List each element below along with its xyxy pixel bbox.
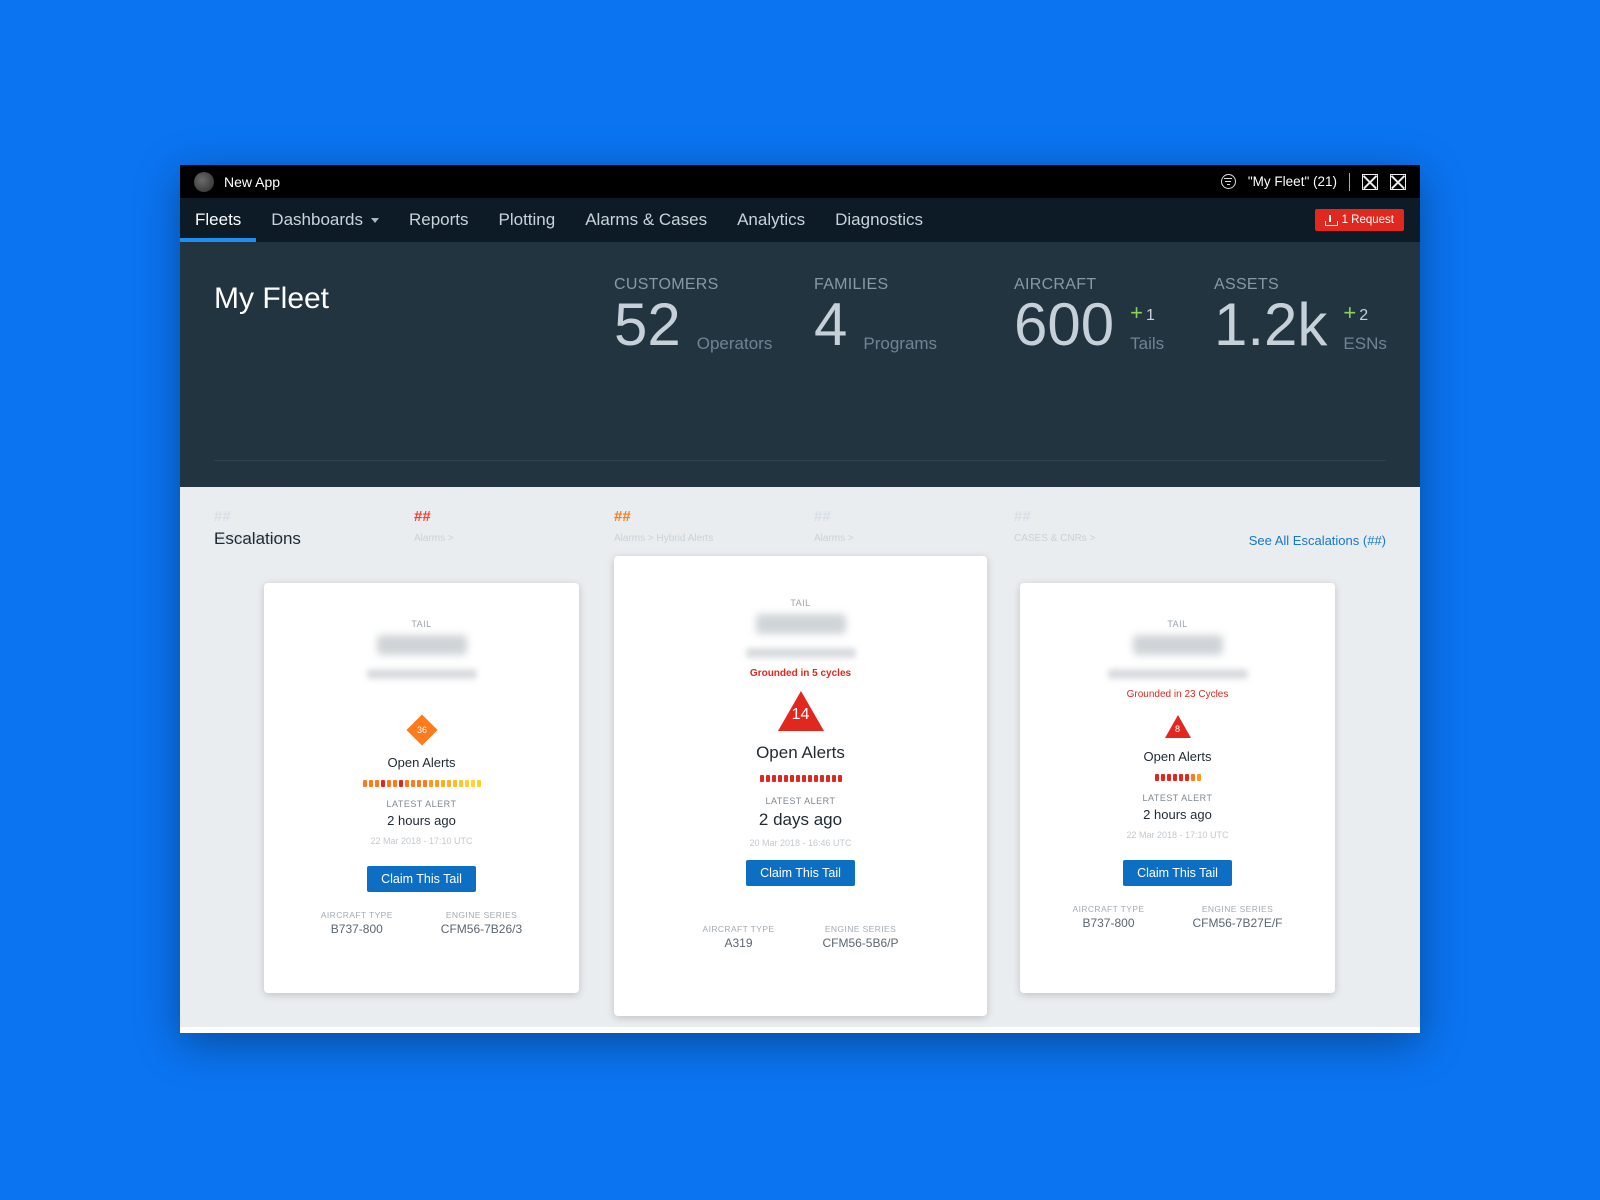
operator-name-redacted [366,669,477,679]
request-button[interactable]: 1 Request [1314,209,1404,231]
operator-name-redacted [1107,669,1248,679]
download-icon [1324,214,1338,226]
latest-alert-value: 2 hours ago [387,813,456,828]
latest-alert-value: 2 hours ago [1143,807,1212,822]
engine-series-value: CFM56-7B26/3 [440,922,523,936]
tail-number-redacted [755,614,846,634]
nav-plotting[interactable]: Plotting [484,198,571,242]
escalations-section: Escalations See All Escalations (##) TAI… [180,487,1420,1033]
fleet-filter-label[interactable]: "My Fleet" (21) [1248,174,1337,189]
grounded-warning: Grounded in 23 Cycles [1126,689,1229,700]
aircraft-type-label: AIRCRAFT TYPE [1072,904,1145,914]
titlebar-divider [1349,172,1350,191]
engine-series-label: ENGINE SERIES [824,924,897,934]
escalations-title: Escalations [214,529,301,548]
alert-severity-bar [614,775,987,782]
grounded-warning: Grounded in 5 cycles [749,668,852,679]
latest-alert-label: LATEST ALERT [765,796,836,806]
open-alerts-label: Open Alerts [756,743,845,762]
nav-alarms-cases[interactable]: Alarms & Cases [570,198,722,242]
engine-series-value: CFM56-7B27E/F [1192,916,1283,930]
nav-analytics[interactable]: Analytics [722,198,820,242]
latest-alert-label: LATEST ALERT [386,799,457,809]
chevron-down-icon [370,217,379,223]
title-bar: New App "My Fleet" (21) [180,165,1420,198]
close-box-icon[interactable] [1390,173,1406,190]
engine-series-label: ENGINE SERIES [1201,904,1274,914]
aircraft-type-value: B737-800 [1082,916,1135,930]
nav-diagnostics[interactable]: Diagnostics [820,198,938,242]
claim-tail-button[interactable]: Claim This Tail [1123,860,1232,886]
nav-dashboards[interactable]: Dashboards [256,198,394,242]
alert-diamond-icon: 36 [405,714,438,746]
minimize-box-icon[interactable] [1362,173,1378,190]
claim-tail-button[interactable]: Claim This Tail [746,860,855,886]
aircraft-type-value: B737-800 [330,922,383,936]
engine-series-value: CFM56-5B6/P [822,936,899,950]
aircraft-type-label: AIRCRAFT TYPE [320,910,393,920]
alert-triangle-icon: 14 [776,689,826,733]
main-nav: Fleets Dashboards Reports Plotting Alarm… [180,198,1420,242]
tail-label: TAIL [790,598,811,608]
aircraft-type-label: AIRCRAFT TYPE [702,924,775,934]
see-all-escalations-link[interactable]: See All Escalations (##) [1249,533,1386,548]
aircraft-type-value: A319 [724,936,753,950]
latest-alert-date: 20 Mar 2018 - 16:46 UTC [749,838,852,848]
nav-fleets[interactable]: Fleets [180,198,257,242]
open-alerts-label: Open Alerts [387,755,456,770]
app-title: New App [224,173,281,190]
alert-severity-bar [1020,774,1335,781]
escalation-card[interactable]: TAIL 36 Open Alerts LATEST ALERT 2 hours… [264,583,579,993]
tail-number-redacted [376,635,467,655]
app-logo-icon [194,171,214,192]
tail-label: TAIL [1167,619,1188,629]
operator-name-redacted [745,648,856,658]
metric-aircraft: AIRCRAFT 600 +1 Tails [1014,276,1165,358]
metric-assets: ASSETS 1.2k +2 ESNs [1214,276,1387,358]
alert-triangle-icon: 8 [1164,714,1192,739]
alert-severity-bar [264,780,579,787]
latest-alert-value: 2 days ago [758,810,843,829]
bottom-edge [180,1027,1420,1033]
claim-tail-button[interactable]: Claim This Tail [367,866,476,892]
engine-series-label: ENGINE SERIES [445,910,518,920]
tail-label: TAIL [411,619,432,629]
escalation-card[interactable]: TAIL Grounded in 23 Cycles 8 Open Alerts… [1020,583,1335,993]
metric-customers: CUSTOMERS 52 Operators [614,276,773,358]
fleet-summary: My Fleet CUSTOMERS 52 Operators FAMILIES… [180,242,1420,544]
app-window: New App "My Fleet" (21) Fleets Dashboard… [180,165,1420,1033]
summary-divider [214,460,1386,461]
filter-icon[interactable] [1220,174,1236,189]
metric-families: FAMILIES 4 Programs [814,276,938,358]
latest-alert-label: LATEST ALERT [1142,793,1213,803]
escalation-card-featured[interactable]: TAIL Grounded in 5 cycles 14 Open Alerts… [614,556,987,1016]
open-alerts-label: Open Alerts [1143,749,1212,764]
latest-alert-date: 22 Mar 2018 - 17:10 UTC [370,836,473,846]
tail-number-redacted [1132,635,1223,655]
nav-reports[interactable]: Reports [394,198,484,242]
latest-alert-date: 22 Mar 2018 - 17:10 UTC [1126,830,1229,840]
page-title: My Fleet [214,282,330,315]
